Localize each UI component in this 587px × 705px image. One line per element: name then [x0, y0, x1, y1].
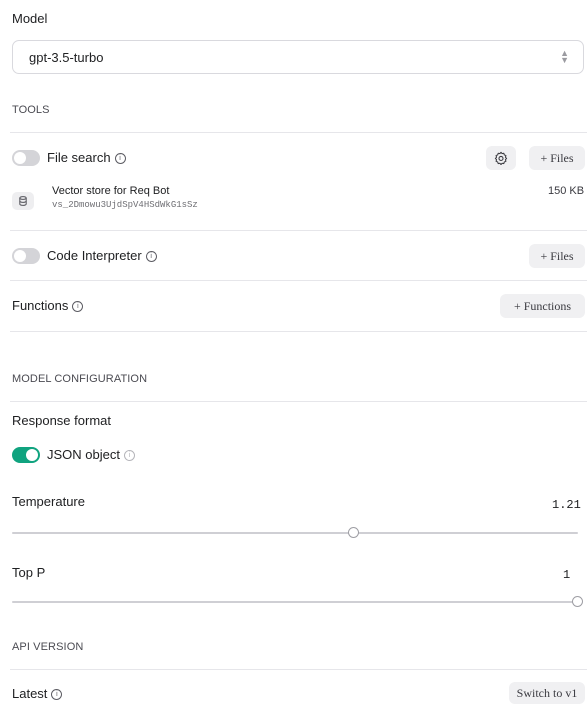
file-search-settings-button[interactable] [486, 146, 516, 170]
code-interpreter-add-files-button[interactable]: + Files [529, 244, 585, 268]
file-search-toggle[interactable] [12, 150, 40, 166]
temperature-value: 1.21 [552, 498, 581, 512]
functions-label: Functions i [12, 298, 84, 313]
tools-section-label: TOOLS [12, 104, 50, 116]
info-icon: i [51, 689, 63, 701]
gear-icon [494, 151, 508, 165]
select-chevron-icon: ▲ ▼ [560, 48, 569, 65]
model-label: Model [12, 11, 48, 26]
json-object-toggle[interactable] [12, 447, 40, 463]
json-object-label: JSON object i [47, 447, 135, 462]
temperature-slider-track[interactable] [12, 532, 578, 534]
top-p-slider-thumb[interactable] [572, 596, 583, 607]
top-p-value: 1 [563, 568, 571, 582]
code-interpreter-toggle[interactable] [12, 248, 40, 264]
temperature-slider-thumb[interactable] [348, 527, 360, 538]
file-search-label: File search i [47, 150, 126, 165]
vector-store-size: 150 KB [548, 185, 585, 197]
model-configuration-section-label: MODEL CONFIGURATION [12, 373, 148, 385]
divider [10, 331, 587, 332]
response-format-label: Response format [12, 413, 111, 428]
file-search-add-files-button[interactable]: + Files [529, 146, 585, 170]
info-icon: i [72, 301, 84, 313]
vector-store-id: vs_2Dmowu3UjdSpV4HSdWkG1sSz [52, 200, 198, 210]
switch-to-v1-button[interactable]: Switch to v1 [509, 682, 585, 704]
divider [10, 280, 587, 281]
top-p-slider-track[interactable] [12, 601, 578, 603]
divider [10, 401, 587, 402]
vector-store-name[interactable]: Vector store for Req Bot [52, 185, 169, 197]
temperature-label: Temperature [12, 494, 85, 509]
divider [10, 132, 587, 133]
divider [10, 669, 587, 670]
divider [10, 230, 587, 231]
model-select[interactable]: gpt-3.5-turbo ▲ ▼ [12, 40, 584, 74]
top-p-label: Top P [12, 565, 46, 580]
api-version-latest-label: Latest i [12, 686, 63, 701]
info-icon: i [145, 251, 157, 263]
info-icon: i [114, 153, 126, 165]
api-version-section-label: API VERSION [12, 641, 84, 653]
model-select-value: gpt-3.5-turbo [29, 49, 104, 65]
database-icon [12, 192, 34, 210]
code-interpreter-label: Code Interpreter i [47, 248, 157, 263]
info-icon: i [123, 450, 135, 462]
add-functions-button[interactable]: + Functions [500, 294, 585, 318]
